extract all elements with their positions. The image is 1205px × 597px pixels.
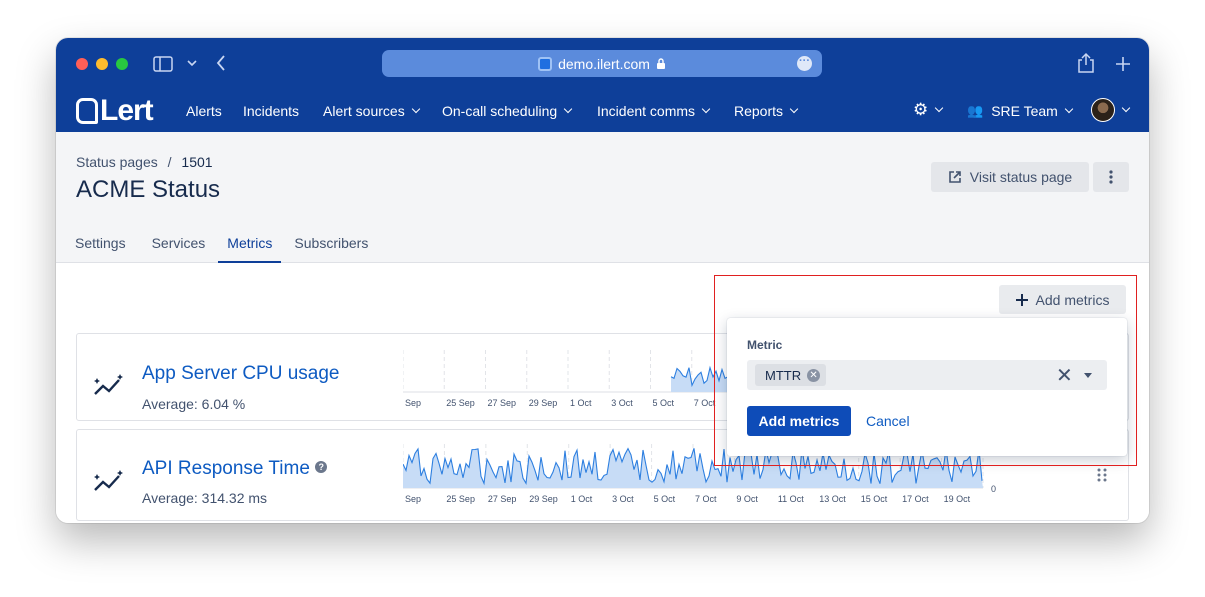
tab-services[interactable]: Services: [139, 230, 219, 263]
settings-menu[interactable]: ⚙: [913, 100, 944, 119]
selected-metric-chip: MTTR ✕: [755, 364, 827, 386]
nav-incidents[interactable]: Incidents: [243, 103, 299, 119]
team-switcher[interactable]: 👥 SRE Team: [967, 103, 1074, 119]
nav-alerts[interactable]: Alerts: [186, 103, 222, 119]
add-metrics-submit-button[interactable]: Add metrics: [747, 406, 851, 436]
breadcrumb: Status pages / 1501: [76, 154, 213, 170]
chart-x-tick-label: 29 Sep: [529, 494, 558, 504]
url-text: demo.ilert.com: [558, 55, 650, 72]
nav-reports[interactable]: Reports: [734, 103, 799, 119]
user-menu[interactable]: [1091, 98, 1131, 122]
chart-x-tick-label: 3 Oct: [612, 494, 634, 504]
chart-x-tick-label: 15 Oct: [861, 494, 888, 504]
chart-x-tick-label: 25 Sep: [446, 398, 475, 408]
chart-x-tick-label: 25 Sep: [446, 494, 475, 504]
chart-x-tick-label: 3 Oct: [611, 398, 633, 408]
more-actions-button[interactable]: [1093, 162, 1129, 192]
lock-icon: [656, 57, 665, 69]
page-options-icon[interactable]: ···: [797, 56, 812, 71]
back-icon[interactable]: [216, 55, 226, 71]
ilert-logo[interactable]: iLert Lert: [76, 94, 154, 128]
remove-chip-icon[interactable]: ✕: [807, 368, 821, 382]
chart-y-tick-label: 0: [991, 484, 996, 494]
chart-x-tick-label: 27 Sep: [488, 494, 517, 504]
metric-chart-icon: [94, 470, 123, 491]
chart-x-tick-label: 11 Oct: [778, 494, 804, 504]
chart-x-tick-label: 29 Sep: [529, 398, 558, 408]
chart-x-tick-label: 7 Oct: [695, 494, 717, 504]
share-icon[interactable]: [1077, 52, 1095, 74]
breadcrumb-current: 1501: [181, 154, 213, 170]
kebab-menu-icon: [1109, 170, 1113, 184]
page-title: ACME Status: [76, 176, 221, 203]
chart-x-tick-label: 5 Oct: [653, 398, 675, 408]
external-link-icon: [948, 171, 961, 183]
tab-settings[interactable]: Settings: [62, 230, 139, 263]
sidebar-toggle-icon[interactable]: [153, 56, 173, 72]
site-favicon-icon: [538, 56, 553, 71]
chevron-down-icon: [563, 104, 573, 114]
cancel-button[interactable]: Cancel: [866, 413, 910, 429]
chart-x-tick-label: 1 Oct: [570, 398, 592, 408]
gear-icon: ⚙: [913, 100, 929, 119]
chart-x-tick-label: 7 Oct: [694, 398, 716, 408]
chevron-down-icon: [1121, 103, 1131, 113]
app-navbar: iLert Lert Alerts Incidents Alert source…: [56, 90, 1149, 132]
team-name: SRE Team: [991, 103, 1058, 119]
chart-x-tick-label: 5 Oct: [654, 494, 676, 504]
chart-x-tick-label: 27 Sep: [488, 398, 517, 408]
breadcrumb-status-pages[interactable]: Status pages: [76, 154, 158, 170]
chevron-down-icon: [411, 104, 420, 114]
cpu-usage-sparkline: Sep 25 Sep 27 Sep 29 Sep 1 Oct 3 Oct 5 Oct 7 Oc…: [403, 350, 733, 408]
chart-x-tick-label: 13 Oct: [819, 494, 846, 504]
metric-title[interactable]: App Server CPU usage: [142, 363, 340, 385]
metric-field-label: Metric: [747, 338, 783, 352]
metric-average: Average: 314.32 ms: [142, 490, 268, 506]
address-bar[interactable]: demo.ilert.com ···: [382, 50, 822, 77]
browser-titlebar: demo.ilert.com ···: [56, 38, 1149, 90]
maximize-window-button[interactable]: [116, 58, 128, 70]
drag-handle-icon[interactable]: [1097, 468, 1107, 487]
visit-status-page-button[interactable]: Visit status page: [931, 162, 1089, 192]
browser-window: demo.ilert.com ··· iLert Lert Alerts Inc…: [56, 38, 1149, 523]
metric-select[interactable]: MTTR ✕ ✕: [747, 360, 1107, 390]
chevron-down-icon: [935, 103, 944, 113]
tab-subscribers[interactable]: Subscribers: [281, 230, 381, 263]
chart-x-tick-label: 19 Oct: [944, 494, 971, 504]
nav-on-call-scheduling[interactable]: On-call scheduling: [442, 103, 573, 119]
nav-incident-comms[interactable]: Incident comms: [597, 103, 711, 119]
chart-x-tick-label: 9 Oct: [736, 494, 758, 504]
logo-wordmark: Lert: [100, 94, 154, 127]
add-metrics-popover: Metric MTTR ✕ ✕ Add metrics Cancel: [727, 318, 1127, 456]
chevron-down-icon: [789, 104, 799, 114]
nav-alert-sources[interactable]: Alert sources: [323, 103, 420, 119]
page-header: Status pages / 1501 ACME Status Visit st…: [56, 132, 1149, 263]
team-icon: 👥: [967, 103, 984, 118]
plus-icon: [1015, 293, 1028, 306]
minimize-window-button[interactable]: [96, 58, 108, 70]
metric-average: Average: 6.04 %: [142, 396, 246, 412]
metric-title[interactable]: API Response Time ?: [142, 458, 328, 480]
clear-selection-icon[interactable]: ✕: [1056, 363, 1073, 388]
tab-bar: Settings Services Metrics Subscribers: [62, 230, 381, 263]
chevron-down-icon[interactable]: [187, 60, 197, 68]
add-metrics-toggle-button[interactable]: Add metrics: [999, 285, 1126, 314]
close-window-button[interactable]: [76, 58, 88, 70]
chart-x-tick-label: Sep: [405, 494, 421, 504]
metric-chart-icon: [94, 374, 123, 395]
tab-metrics[interactable]: Metrics: [218, 230, 282, 263]
chart-x-tick-label: Sep: [405, 398, 421, 408]
help-icon[interactable]: ?: [315, 461, 328, 473]
avatar: [1091, 98, 1115, 122]
chart-x-tick-label: 17 Oct: [902, 494, 929, 504]
logo-mark-icon: [76, 98, 98, 124]
chevron-down-icon: [1064, 104, 1074, 114]
chart-x-tick-label: 1 Oct: [571, 494, 593, 504]
dropdown-arrow-icon[interactable]: [1084, 373, 1092, 378]
chevron-down-icon: [701, 104, 711, 114]
new-tab-icon[interactable]: [1115, 56, 1131, 72]
